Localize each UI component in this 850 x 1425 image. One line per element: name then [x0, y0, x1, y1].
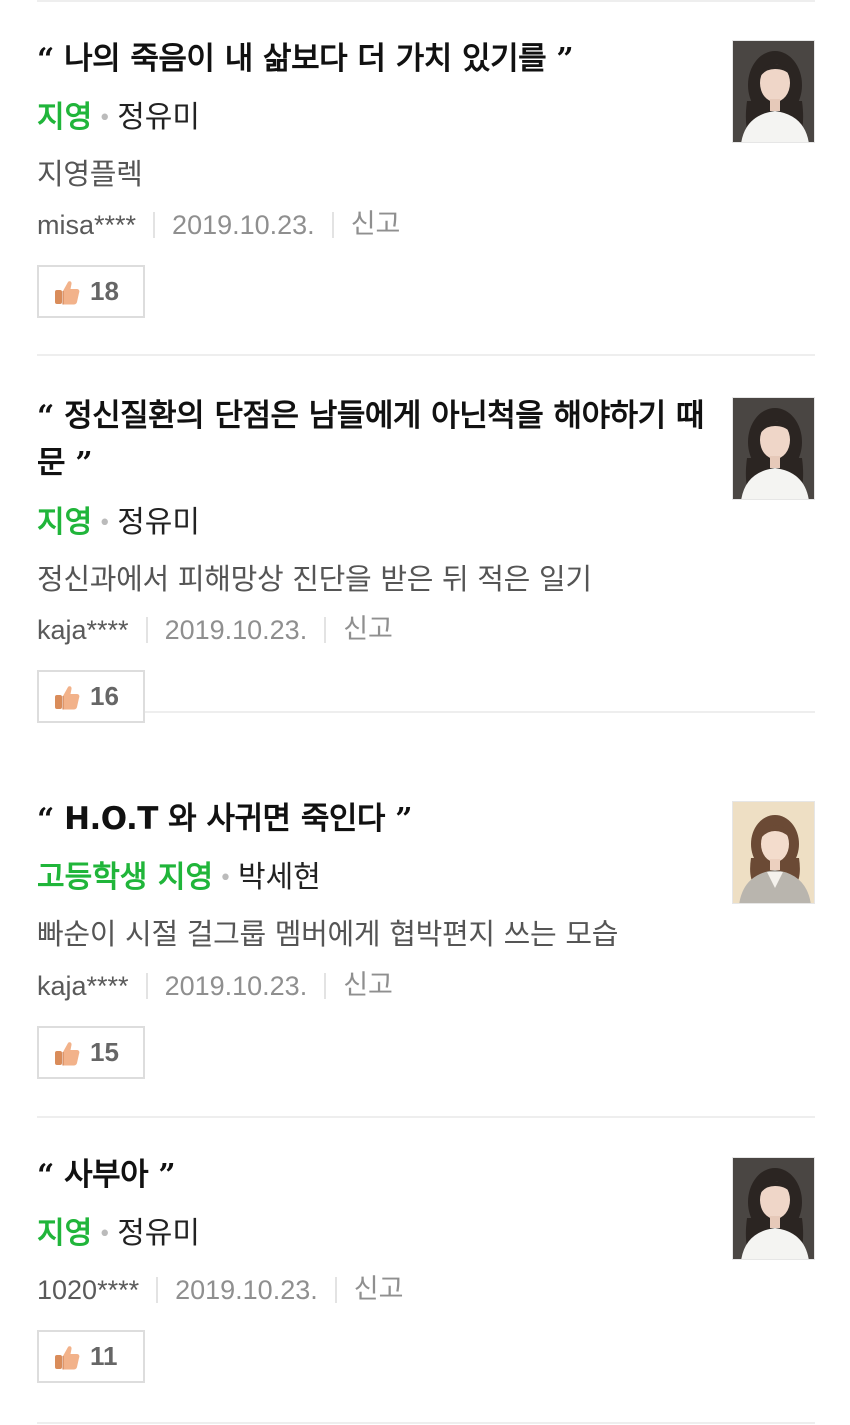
report-link[interactable]: 신고	[354, 1272, 404, 1308]
meta-divider	[334, 1277, 337, 1303]
post-date: 2019.10.23.	[164, 615, 308, 645]
user-id: misa****	[37, 210, 137, 240]
meta-divider	[153, 212, 156, 238]
actor-name[interactable]: 박세현	[238, 860, 321, 895]
separator-dot: •	[219, 865, 233, 891]
description: 지영플렉	[37, 157, 143, 191]
separator-dot: •	[98, 105, 112, 131]
post-date: 2019.10.23.	[172, 210, 315, 240]
like-count: 16	[90, 681, 119, 711]
quote-body: 나의 죽음이 내 삶보다 더 가치 있기를	[64, 41, 547, 77]
description: 정신과에서 피해망상 진단을 받은 뒤 적은 일기	[37, 562, 592, 596]
quote-body: H.O.T 와 사귀면 죽인다	[64, 801, 385, 837]
actor-photo[interactable]	[732, 801, 815, 904]
meta-divider	[156, 1277, 159, 1303]
post-date: 2019.10.23.	[164, 971, 308, 1001]
actor-photo[interactable]	[732, 40, 815, 143]
report-link[interactable]: 신고	[351, 207, 401, 243]
close-quote-mark: ”	[556, 42, 574, 77]
quote-card: “ 나의 죽음이 내 삶보다 더 가치 있기를 ” 지영 • 정유미 지영플렉 mi…	[37, 0, 815, 356]
report-link[interactable]: 신고	[343, 612, 393, 648]
quote-card: “ 사부아 ” 지영 • 정유미 1020**** 2019.10.23. 신고 1…	[37, 1118, 815, 1424]
close-quote-mark: ”	[75, 446, 93, 481]
user-id: kaja****	[37, 971, 129, 1001]
actor-name[interactable]: 정유미	[117, 505, 200, 540]
quote-card: “ H.O.T 와 사귀면 죽인다 ” 고등학생 지영 • 박세현 빠순이 시절 걸…	[37, 762, 815, 1118]
quote-body: 사부아	[64, 1157, 149, 1193]
user-id: 1020****	[37, 1275, 140, 1305]
role-name[interactable]: 지영	[37, 100, 92, 135]
like-count: 18	[90, 276, 119, 306]
open-quote-mark: “	[37, 1158, 54, 1193]
quote-text: “ 나의 죽음이 내 삶보다 더 가치 있기를 ”	[37, 36, 717, 83]
separator-dot: •	[98, 1221, 112, 1247]
close-quote-mark: ”	[395, 802, 412, 837]
speaker-line: 지영 • 정유미	[37, 503, 200, 544]
quote-body: 정신질환의 단점은 남들에게 아닌척을 해야하기 때문	[37, 398, 704, 481]
actor-name[interactable]: 정유미	[117, 1216, 200, 1251]
user-id: kaja****	[37, 615, 129, 645]
thumbs-up-icon	[53, 1039, 81, 1067]
speaker-line: 지영 • 정유미	[37, 1214, 200, 1255]
quote-card: “ 정신질환의 단점은 남들에게 아닌척을 해야하기 때문 ” 지영 • 정유미 정…	[37, 357, 815, 723]
meta-divider	[331, 212, 334, 238]
like-button[interactable]: 15	[37, 1026, 145, 1079]
close-quote-mark: ”	[158, 1158, 176, 1193]
role-name[interactable]: 지영	[37, 505, 92, 540]
role-name[interactable]: 고등학생 지영	[37, 860, 213, 895]
quote-text: “ H.O.T 와 사귀면 죽인다 ”	[37, 796, 717, 843]
open-quote-mark: “	[37, 42, 54, 77]
quote-comment-list: “ 나의 죽음이 내 삶보다 더 가치 있기를 ” 지영 • 정유미 지영플렉 mi…	[0, 0, 850, 1425]
comment-meta: kaja**** 2019.10.23. 신고	[37, 968, 393, 1004]
like-count: 11	[90, 1341, 118, 1371]
report-link[interactable]: 신고	[343, 968, 393, 1004]
meta-divider	[145, 973, 148, 999]
thumbs-up-icon	[53, 683, 81, 711]
quote-text: “ 사부아 ”	[37, 1152, 717, 1199]
meta-divider	[145, 617, 148, 643]
thumbs-up-icon	[53, 278, 81, 306]
actor-photo[interactable]	[732, 1157, 815, 1260]
meta-divider	[324, 973, 327, 999]
role-name[interactable]: 지영	[37, 1216, 92, 1251]
open-quote-mark: “	[37, 399, 54, 434]
comment-meta: 1020**** 2019.10.23. 신고	[37, 1272, 403, 1308]
comment-meta: kaja**** 2019.10.23. 신고	[37, 612, 393, 648]
meta-divider	[324, 617, 327, 643]
like-button[interactable]: 18	[37, 265, 145, 318]
open-quote-mark: “	[37, 802, 54, 837]
speaker-line: 지영 • 정유미	[37, 98, 200, 139]
actor-name[interactable]: 정유미	[117, 100, 200, 135]
separator-dot: •	[98, 510, 112, 536]
like-button[interactable]: 11	[37, 1330, 145, 1383]
speaker-line: 고등학생 지영 • 박세현	[37, 858, 321, 899]
comment-meta: misa**** 2019.10.23. 신고	[37, 207, 400, 243]
like-count: 15	[90, 1037, 119, 1067]
like-button[interactable]: 16	[37, 670, 145, 723]
post-date: 2019.10.23.	[175, 1275, 318, 1305]
thumbs-up-icon	[53, 1343, 81, 1371]
description: 빠순이 시절 걸그룹 멤버에게 협박편지 쓰는 모습	[37, 917, 619, 951]
actor-photo[interactable]	[732, 397, 815, 500]
quote-text: “ 정신질환의 단점은 남들에게 아닌척을 해야하기 때문 ”	[37, 393, 717, 487]
